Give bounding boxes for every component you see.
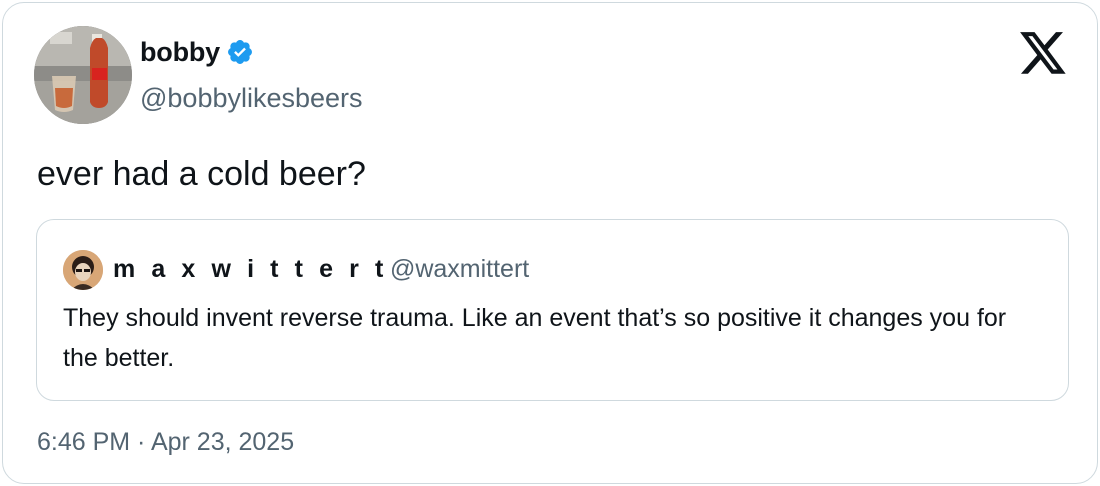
quoted-author-avatar <box>63 250 103 290</box>
quoted-handle: @waxmittert <box>389 255 530 283</box>
author-display-name[interactable]: bobby <box>140 35 220 69</box>
tweet-text: ever had a cold beer? <box>37 155 366 193</box>
author-name-row: bobby <box>140 35 254 69</box>
quoted-avatar-photo <box>63 250 103 290</box>
verified-badge-icon <box>226 38 254 66</box>
author-handle[interactable]: @bobbylikesbeers <box>140 81 363 115</box>
author-avatar[interactable] <box>34 26 132 124</box>
quoted-display-name: m a x w i t t e r t <box>113 255 388 283</box>
x-logo-icon[interactable] <box>1018 32 1068 78</box>
tweet-timestamp[interactable]: 6:46 PM · Apr 23, 2025 <box>37 425 294 459</box>
quoted-text: They should invent reverse trauma. Like … <box>63 304 1007 372</box>
avatar-photo <box>34 26 132 124</box>
quoted-tweet[interactable]: m a x w i t t e r t @waxmittert They sho… <box>36 219 1069 401</box>
tweet-card: bobby @bobbylikesbeers ever had a cold b… <box>2 2 1098 484</box>
quoted-header: m a x w i t t e r t @waxmittert <box>113 252 529 286</box>
